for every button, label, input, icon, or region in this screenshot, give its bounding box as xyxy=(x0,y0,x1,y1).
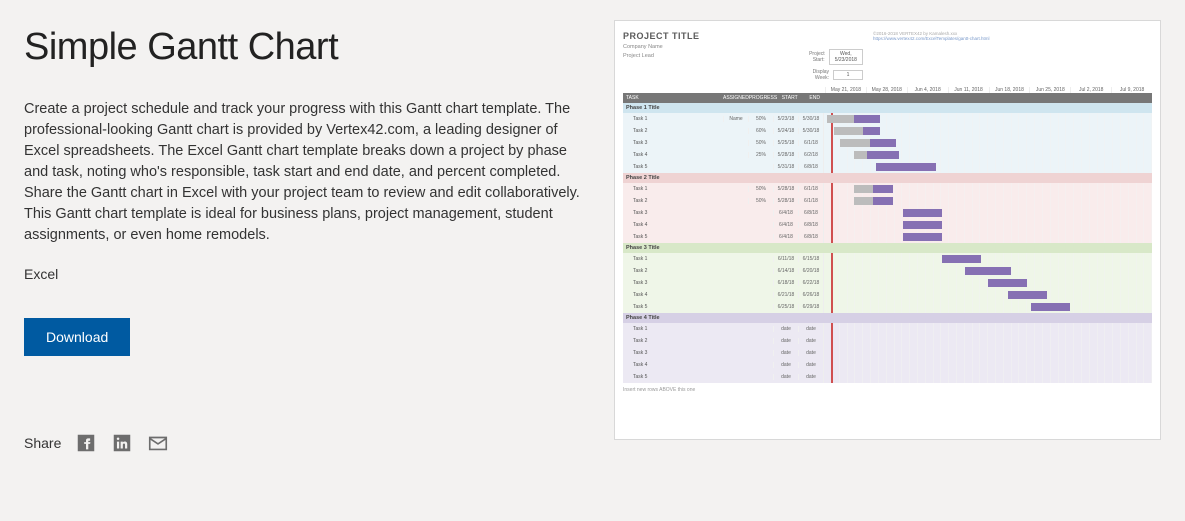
task-row: Task 55/31/186/8/18 xyxy=(623,161,1152,173)
today-marker xyxy=(831,137,833,149)
today-marker xyxy=(831,301,833,313)
project-start-label: Project Start: xyxy=(803,51,825,63)
project-start-value: Wed, 5/23/2018 xyxy=(829,49,863,65)
today-marker xyxy=(831,359,833,371)
task-row: Task 2datedate xyxy=(623,335,1152,347)
display-week-value: 1 xyxy=(833,70,863,80)
display-week-label: Display Week: xyxy=(803,69,829,81)
phase-header: Phase 3 Title xyxy=(623,243,1152,253)
task-row: Task 16/11/186/15/18 xyxy=(623,253,1152,265)
today-marker xyxy=(831,253,833,265)
phase-header: Phase 1 Title xyxy=(623,103,1152,113)
phase-header: Phase 2 Title xyxy=(623,173,1152,183)
task-row: Task 46/21/186/26/18 xyxy=(623,289,1152,301)
platform-label: Excel xyxy=(24,266,584,282)
gantt-bar xyxy=(876,163,935,171)
today-marker xyxy=(831,231,833,243)
gantt-bar xyxy=(942,255,981,263)
today-marker xyxy=(831,125,833,137)
progress-bar xyxy=(854,151,867,159)
task-row: Task 350%5/25/186/1/18 xyxy=(623,137,1152,149)
download-button[interactable]: Download xyxy=(24,318,130,356)
task-row: Task 150%5/28/186/1/18 xyxy=(623,183,1152,195)
today-marker xyxy=(831,323,833,335)
task-row: Task 36/4/186/8/18 xyxy=(623,207,1152,219)
task-row: Task 46/4/186/8/18 xyxy=(623,219,1152,231)
task-row: Task 56/25/186/29/18 xyxy=(623,301,1152,313)
today-marker xyxy=(831,335,833,347)
progress-bar xyxy=(854,197,874,205)
template-description: Create a project schedule and track your… xyxy=(24,99,584,246)
task-row: Task 5datedate xyxy=(623,371,1152,383)
today-marker xyxy=(831,183,833,195)
task-row: Task 3datedate xyxy=(623,347,1152,359)
gantt-bar xyxy=(903,221,942,229)
task-row: Task 1Name50%5/23/185/30/18 xyxy=(623,113,1152,125)
task-row: Task 260%5/24/185/30/18 xyxy=(623,125,1152,137)
preview-lead: Project Lead xyxy=(623,53,803,59)
gantt-bar xyxy=(1031,303,1070,311)
task-row: Task 36/18/186/22/18 xyxy=(623,277,1152,289)
gantt-bar xyxy=(903,209,942,217)
preview-title: PROJECT TITLE xyxy=(623,31,803,41)
gantt-bar xyxy=(988,279,1027,287)
progress-bar xyxy=(854,185,874,193)
share-label: Share xyxy=(24,435,61,451)
today-marker xyxy=(831,289,833,301)
task-row: Task 4datedate xyxy=(623,359,1152,371)
today-marker xyxy=(831,347,833,359)
preview-company: Company Name xyxy=(623,44,803,50)
task-row: Task 250%5/28/186/1/18 xyxy=(623,195,1152,207)
task-row: Task 425%5/28/186/2/18 xyxy=(623,149,1152,161)
facebook-icon[interactable] xyxy=(75,432,97,454)
preview-footer-note: Insert new rows ABOVE this one xyxy=(623,387,1152,393)
column-header-row: TASKASSIGNEDPROGRESSSTARTEND xyxy=(623,93,1152,103)
page-title: Simple Gantt Chart xyxy=(24,26,584,69)
progress-bar xyxy=(827,115,853,123)
progress-bar xyxy=(834,127,864,135)
week-header-row: May 21, 2018May 28, 2018Jun 4, 2018Jun 1… xyxy=(623,87,1152,93)
today-marker xyxy=(831,207,833,219)
details-panel: Simple Gantt Chart Create a project sche… xyxy=(24,20,584,454)
gantt-bar xyxy=(965,267,1011,275)
linkedin-icon[interactable] xyxy=(111,432,133,454)
today-marker xyxy=(831,161,833,173)
today-marker xyxy=(831,265,833,277)
preview-attribution-link: https://www.vertex42.com/ExcelTemplates/… xyxy=(873,36,1152,41)
task-row: Task 56/4/186/8/18 xyxy=(623,231,1152,243)
share-row: Share xyxy=(24,432,584,454)
today-marker xyxy=(831,195,833,207)
phase-header: Phase 4 Title xyxy=(623,313,1152,323)
template-preview: PROJECT TITLE Company Name Project LeadPro… xyxy=(614,20,1161,440)
gantt-bar xyxy=(1008,291,1047,299)
gantt-bar xyxy=(903,233,942,241)
today-marker xyxy=(831,277,833,289)
task-row: Task 1datedate xyxy=(623,323,1152,335)
today-marker xyxy=(831,219,833,231)
progress-bar xyxy=(840,139,870,147)
email-icon[interactable] xyxy=(147,432,169,454)
today-marker xyxy=(831,371,833,383)
today-marker xyxy=(831,149,833,161)
task-row: Task 26/14/186/20/18 xyxy=(623,265,1152,277)
